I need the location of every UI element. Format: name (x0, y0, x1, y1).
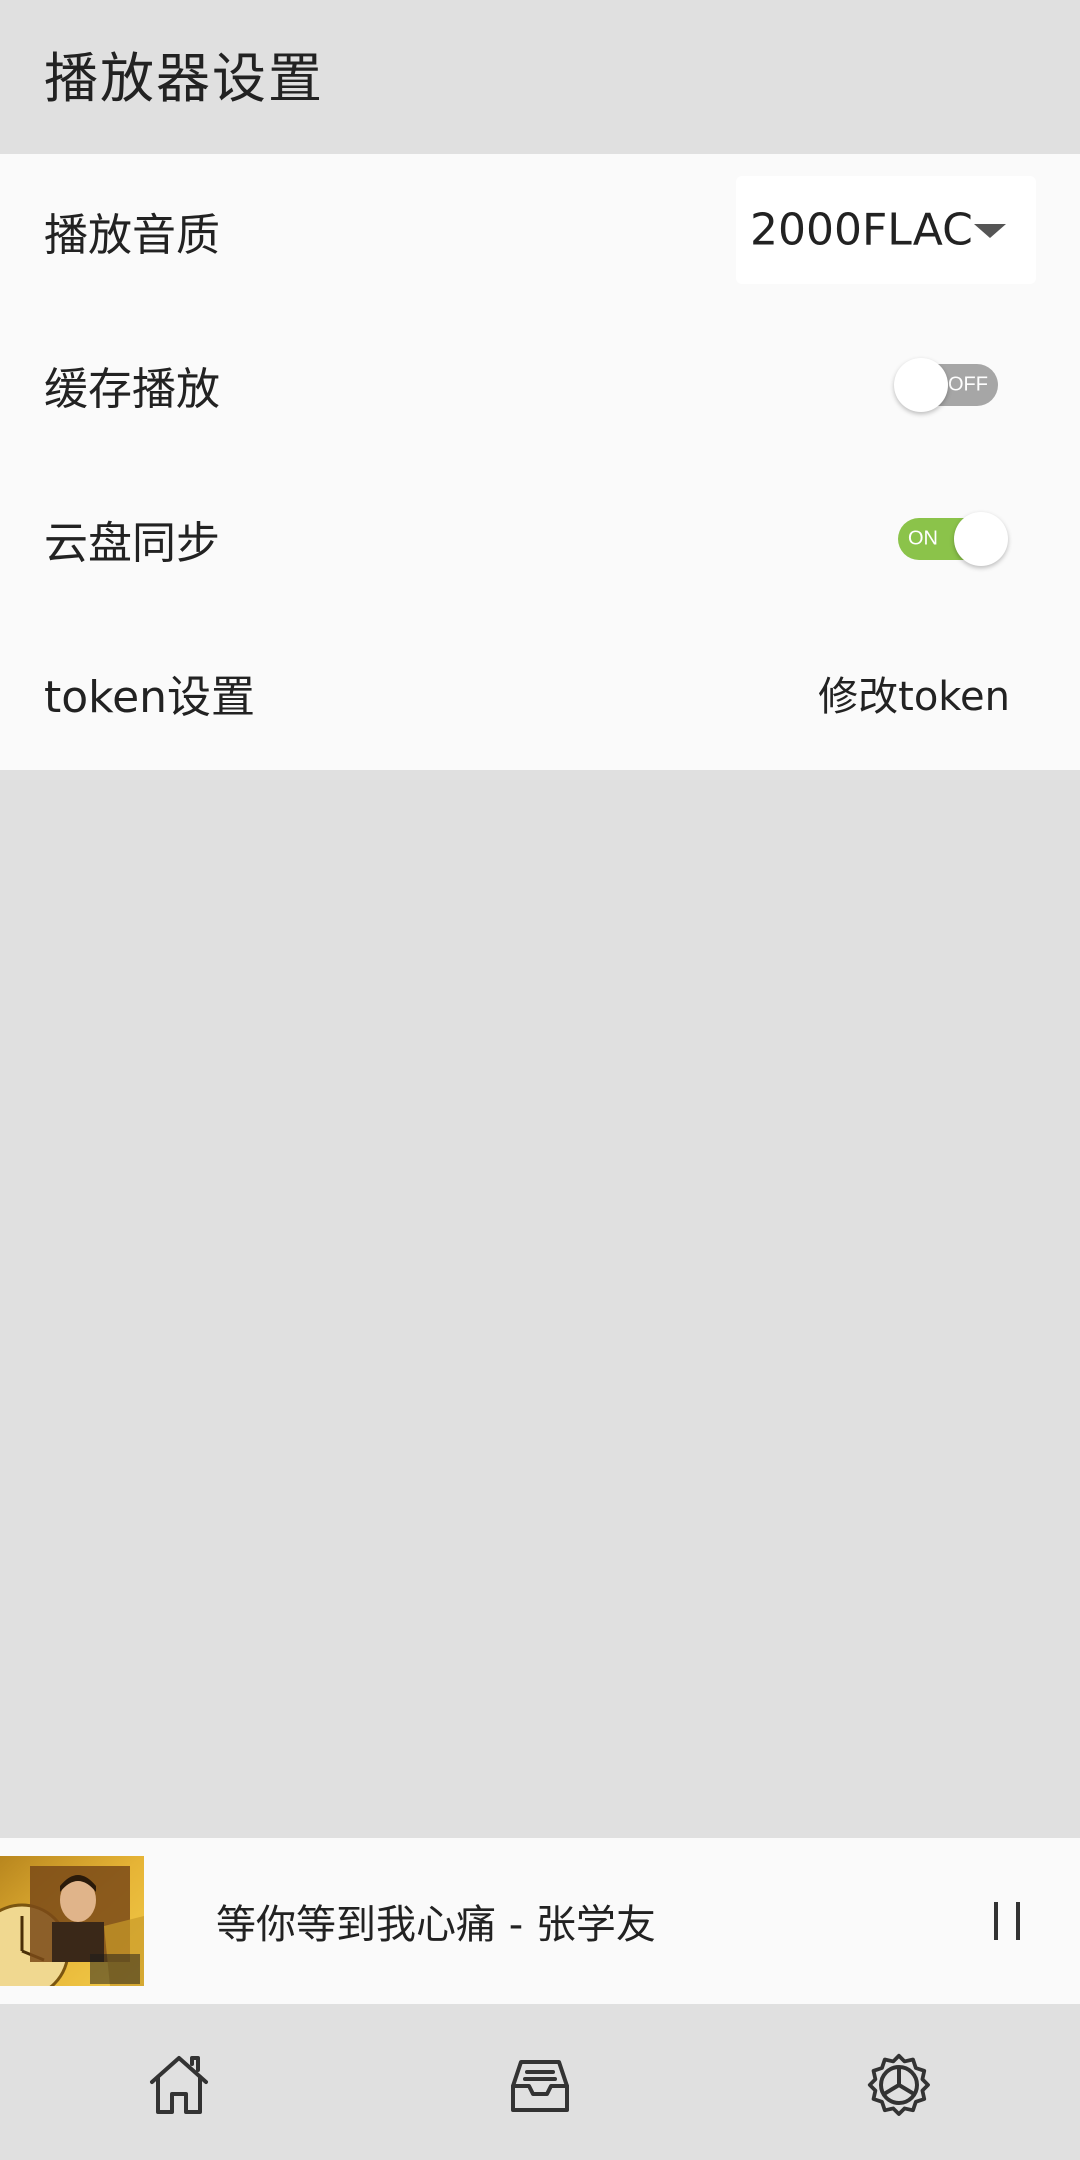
cloud-sync-toggle[interactable]: ON (898, 512, 1008, 566)
settings-gear-icon[interactable] (866, 2052, 932, 2118)
toggle-knob (954, 512, 1008, 566)
edit-token-button[interactable]: 修改token (818, 664, 1010, 722)
token-label: token设置 (44, 672, 256, 723)
app-bar: 播放器设置 (0, 0, 1080, 154)
pause-icon[interactable] (984, 1898, 1030, 1944)
quality-dropdown[interactable]: 2000FLAC (736, 176, 1036, 284)
page-title: 播放器设置 (44, 47, 324, 110)
now-playing-title[interactable]: 等你等到我心痛 - 张学友 (216, 1892, 656, 1950)
toggle-knob (894, 358, 948, 412)
now-playing-bar[interactable]: 等你等到我心痛 - 张学友 (0, 1838, 1080, 2004)
bottom-navigation (0, 2004, 1080, 2160)
cloud-sync-toggle-state: ON (908, 527, 938, 550)
cloud-sync-label: 云盘同步 (44, 518, 220, 569)
album-art[interactable] (0, 1856, 144, 1986)
cache-toggle-state: OFF (948, 373, 988, 396)
cache-label: 缓存播放 (44, 364, 220, 415)
setting-row-quality: 播放音质 2000FLAC (0, 154, 1080, 308)
setting-row-cache: 缓存播放 OFF (0, 308, 1080, 462)
setting-row-token: token设置 修改token (0, 616, 1080, 770)
cache-toggle[interactable]: OFF (894, 358, 998, 412)
inbox-icon[interactable] (507, 2052, 573, 2118)
home-icon[interactable] (146, 2052, 212, 2118)
quality-label: 播放音质 (44, 210, 220, 261)
setting-row-cloud-sync: 云盘同步 ON (0, 462, 1080, 616)
quality-selected-value: 2000FLAC (750, 204, 973, 256)
player-settings-screen: 播放器设置 播放音质 2000FLAC 缓存播放 OFF 云盘同步 ON tok… (0, 0, 1080, 2160)
dropdown-arrow-icon (974, 224, 1006, 238)
settings-panel: 播放音质 2000FLAC 缓存播放 OFF 云盘同步 ON token设置 修… (0, 154, 1080, 770)
